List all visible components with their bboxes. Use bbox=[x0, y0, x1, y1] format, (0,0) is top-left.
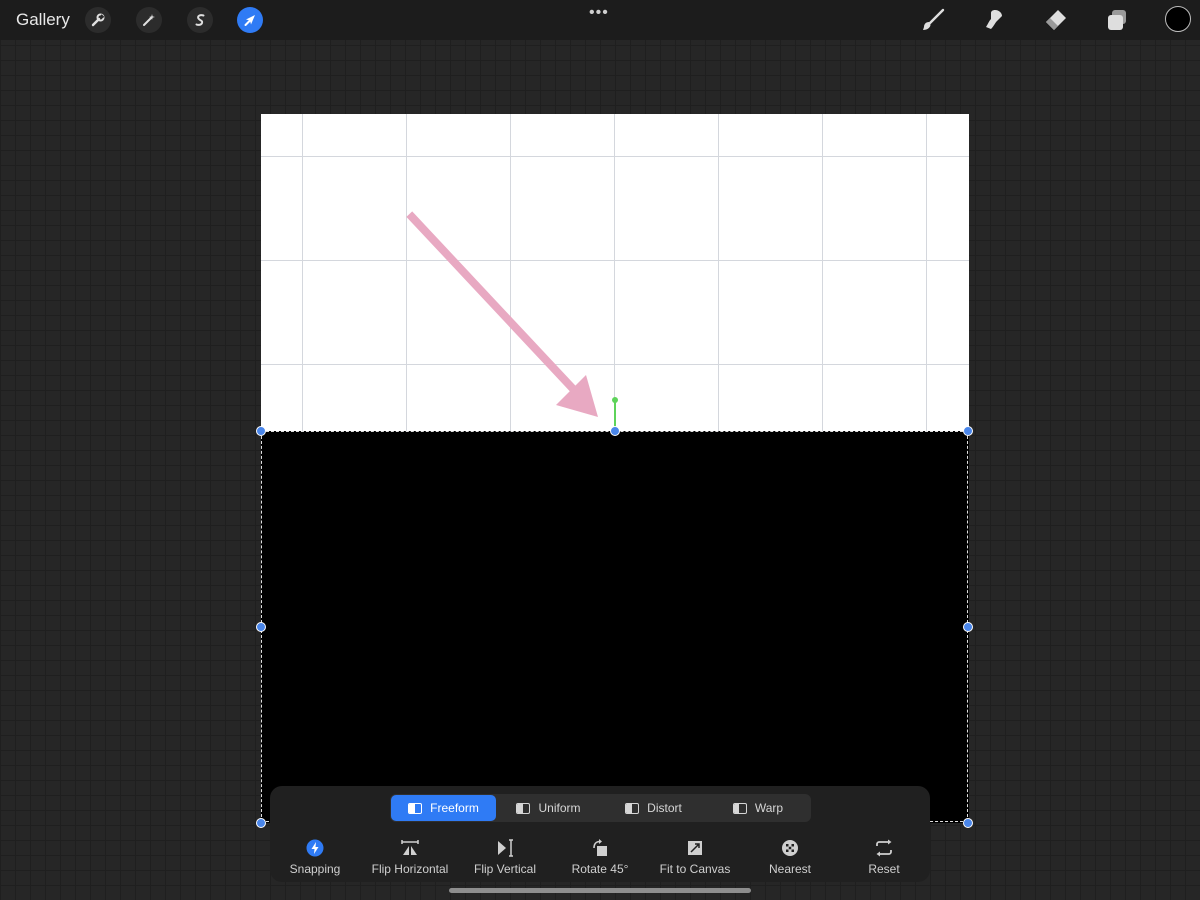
mode-label: Warp bbox=[754, 801, 784, 815]
mode-label: Distort bbox=[647, 801, 682, 815]
handle-bottom-right[interactable] bbox=[963, 818, 973, 828]
layers-icon[interactable] bbox=[1103, 6, 1131, 34]
action-label: Flip Vertical bbox=[473, 862, 537, 876]
action-label: Fit to Canvas bbox=[659, 862, 731, 876]
distort-icon bbox=[625, 802, 640, 814]
transform-bounding-box[interactable] bbox=[261, 431, 968, 822]
flip-vertical-button[interactable]: Flip Vertical bbox=[457, 838, 553, 878]
eraser-icon[interactable] bbox=[1041, 6, 1069, 34]
handle-bottom-left[interactable] bbox=[256, 818, 266, 828]
action-label: Reset bbox=[868, 862, 900, 876]
uniform-icon bbox=[516, 802, 531, 814]
transform-mode-selector: Freeform Uniform Distort Warp bbox=[390, 794, 811, 822]
fit-to-canvas-button[interactable]: Fit to Canvas bbox=[647, 838, 743, 878]
home-indicator[interactable] bbox=[449, 888, 751, 893]
flip-horizontal-icon bbox=[399, 838, 421, 858]
fit-canvas-icon bbox=[686, 838, 704, 858]
more-options-icon[interactable]: ••• bbox=[589, 4, 609, 22]
handle-middle-left[interactable] bbox=[256, 622, 266, 632]
flip-horizontal-button[interactable]: Flip Horizontal bbox=[362, 838, 458, 878]
handle-top-left[interactable] bbox=[256, 426, 266, 436]
reset-button[interactable]: Reset bbox=[836, 838, 932, 878]
snapping-button[interactable]: Snapping bbox=[267, 838, 363, 878]
wrench-icon[interactable] bbox=[85, 7, 111, 33]
brush-icon[interactable] bbox=[919, 6, 947, 34]
mode-label: Freeform bbox=[430, 801, 479, 815]
top-toolbar: Gallery ••• bbox=[0, 0, 1200, 40]
lightning-icon bbox=[306, 838, 324, 858]
gallery-button[interactable]: Gallery bbox=[16, 10, 70, 30]
freeform-icon bbox=[408, 802, 423, 814]
smudge-icon[interactable] bbox=[980, 6, 1008, 34]
mode-distort[interactable]: Distort bbox=[601, 795, 706, 821]
mode-warp[interactable]: Warp bbox=[706, 795, 810, 821]
warp-icon bbox=[732, 802, 747, 814]
flip-vertical-icon bbox=[495, 838, 515, 858]
handle-top-right[interactable] bbox=[963, 426, 973, 436]
action-label: Snapping bbox=[289, 862, 341, 876]
mode-label: Uniform bbox=[538, 801, 581, 815]
color-swatch[interactable] bbox=[1165, 6, 1191, 32]
transform-arrow-icon[interactable] bbox=[237, 7, 263, 33]
action-label: Rotate 45° bbox=[571, 862, 629, 876]
nearest-button[interactable]: Nearest bbox=[742, 838, 838, 878]
transform-panel: Freeform Uniform Distort Warp Snapping F… bbox=[270, 786, 930, 882]
rotate-icon bbox=[590, 838, 610, 858]
mode-uniform[interactable]: Uniform bbox=[496, 795, 601, 821]
selection-s-icon[interactable] bbox=[187, 7, 213, 33]
action-label: Flip Horizontal bbox=[371, 862, 449, 876]
rotate-45-button[interactable]: Rotate 45° bbox=[552, 838, 648, 878]
nearest-icon bbox=[781, 838, 799, 858]
annotation-arrow-icon bbox=[406, 211, 598, 417]
handle-middle-right[interactable] bbox=[963, 622, 973, 632]
magic-wand-icon[interactable] bbox=[136, 7, 162, 33]
mode-freeform[interactable]: Freeform bbox=[391, 795, 496, 821]
action-label: Nearest bbox=[768, 862, 812, 876]
reset-icon bbox=[874, 838, 894, 858]
